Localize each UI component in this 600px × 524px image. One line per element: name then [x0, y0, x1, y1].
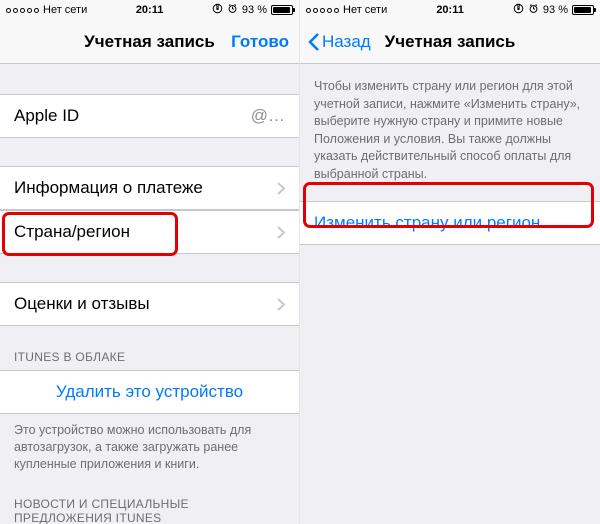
chevron-right-icon — [277, 182, 285, 195]
back-label: Назад — [322, 32, 371, 52]
content-area: Чтобы изменить страну или регион для это… — [300, 64, 600, 524]
battery-icon — [271, 5, 293, 15]
chevron-left-icon — [308, 32, 320, 52]
screen-country-region: Нет сети 20:11 93 % Назад Учетн — [300, 0, 600, 524]
status-bar: Нет сети 20:11 93 % — [0, 0, 299, 20]
back-button[interactable]: Назад — [308, 20, 371, 63]
rotation-lock-icon — [513, 3, 524, 17]
alarm-icon — [227, 3, 238, 17]
battery-pct: 93 % — [543, 4, 568, 16]
row-label: Оценки и отзывы — [14, 294, 150, 314]
row-label: Удалить это устройство — [56, 382, 243, 402]
change-country-button[interactable]: Изменить страну или регион — [300, 201, 600, 245]
nav-bar: Назад Учетная запись — [300, 20, 600, 64]
signal-dots-icon — [306, 8, 339, 13]
signal-dots-icon — [6, 8, 39, 13]
chevron-right-icon — [277, 226, 285, 239]
remove-device-note: Это устройство можно использовать для ав… — [0, 414, 299, 491]
carrier-label: Нет сети — [43, 4, 87, 16]
content-area: Apple ID @… Информация о платеже Страна/… — [0, 64, 299, 524]
row-label: Информация о платеже — [14, 178, 203, 198]
carrier-label: Нет сети — [343, 4, 387, 16]
status-time: 20:11 — [436, 4, 464, 16]
section-header-news: НОВОСТИ И СПЕЦИАЛЬНЫЕ ПРЕДЛОЖЕНИЯ iTUNES — [0, 491, 299, 524]
row-label: Изменить страну или регион — [314, 213, 540, 233]
nav-bar: Учетная запись Готово — [0, 20, 299, 64]
battery-icon — [572, 5, 594, 15]
screen-account-main: Нет сети 20:11 93 % Учетная запись Готов… — [0, 0, 300, 524]
battery-pct: 93 % — [242, 4, 267, 16]
row-ratings-reviews[interactable]: Оценки и отзывы — [0, 282, 299, 326]
row-apple-id[interactable]: Apple ID @… — [0, 94, 299, 138]
status-time: 20:11 — [136, 4, 164, 16]
alarm-icon — [528, 3, 539, 17]
help-text: Чтобы изменить страну или регион для это… — [300, 64, 600, 201]
nav-title: Учетная запись — [385, 32, 516, 52]
rotation-lock-icon — [212, 3, 223, 17]
row-label: Страна/регион — [14, 222, 130, 242]
section-header-cloud: iTUNES В ОБЛАКЕ — [0, 344, 299, 370]
row-payment-info[interactable]: Информация о платеже — [0, 166, 299, 210]
remove-device-button[interactable]: Удалить это устройство — [0, 370, 299, 414]
row-country-region[interactable]: Страна/регион — [0, 210, 299, 254]
row-label: Apple ID — [14, 106, 79, 126]
status-bar: Нет сети 20:11 93 % — [300, 0, 600, 20]
nav-title: Учетная запись — [84, 32, 215, 52]
apple-id-value: @… — [251, 106, 285, 126]
done-button[interactable]: Готово — [231, 20, 289, 63]
chevron-right-icon — [277, 298, 285, 311]
